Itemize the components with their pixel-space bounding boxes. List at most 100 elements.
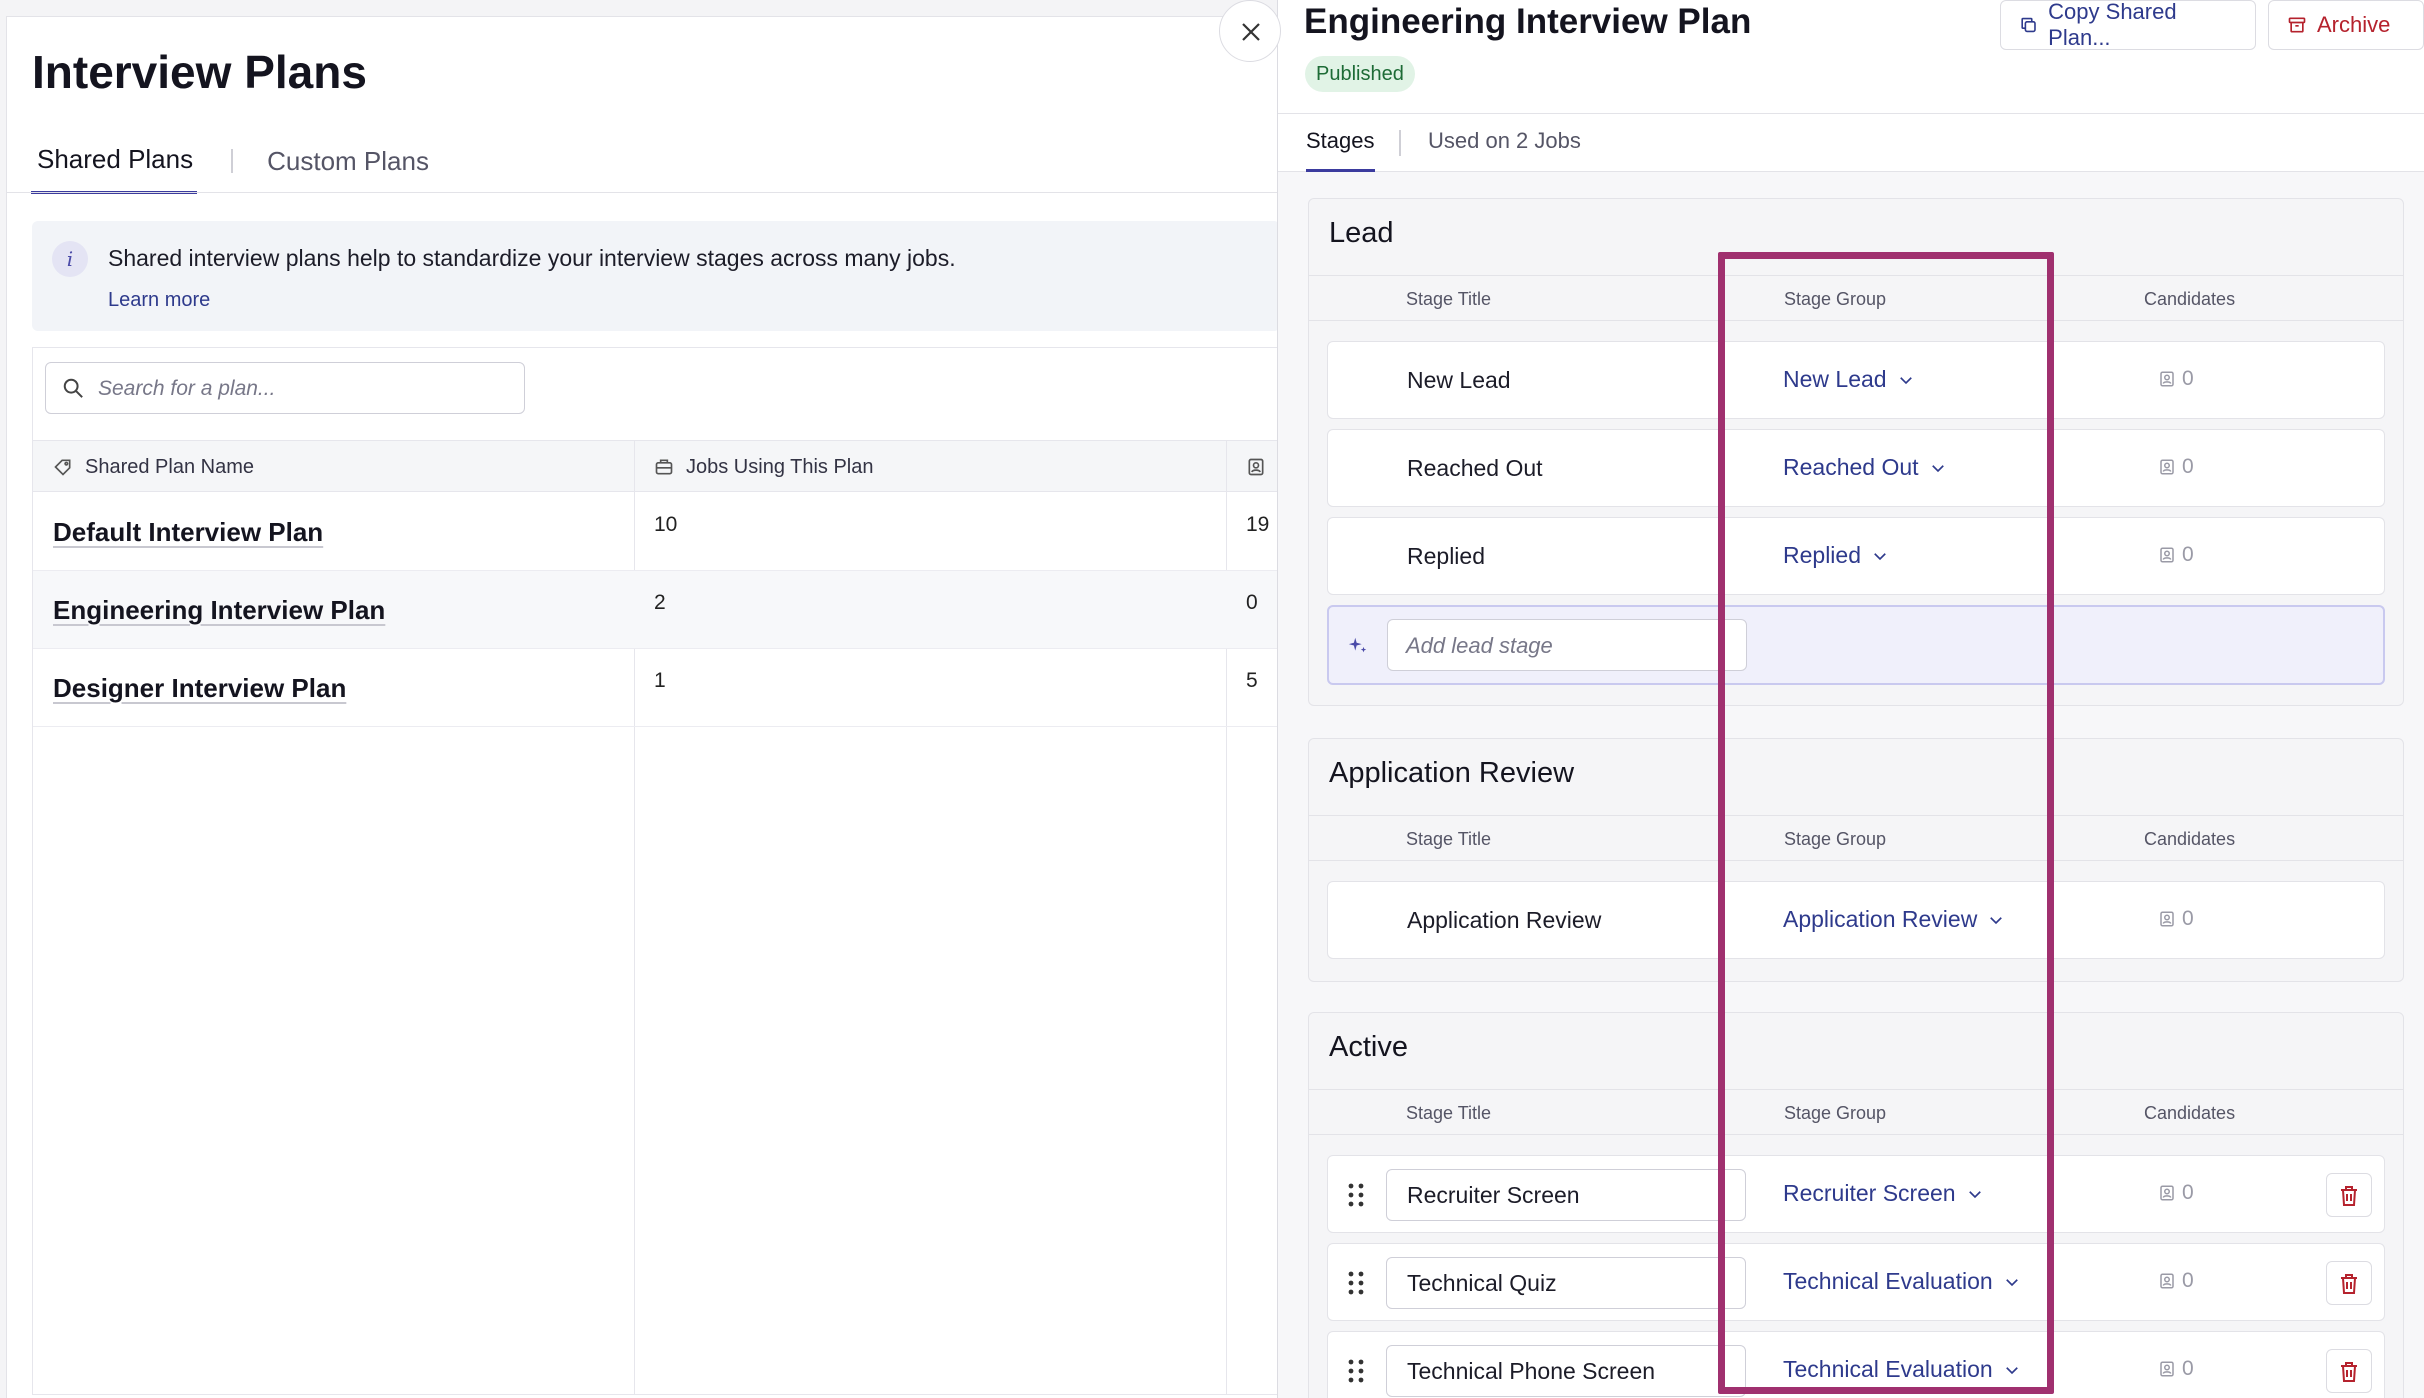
stage-title-value: Recruiter Screen	[1407, 1182, 1580, 1208]
add-lead-stage-placeholder: Add lead stage	[1406, 633, 1553, 658]
candidates-count: 0	[2158, 1357, 2194, 1381]
candidate-icon	[1248, 458, 1264, 476]
candidates-count: 0	[2158, 907, 2194, 931]
tab-custom-plans[interactable]: Custom Plans	[267, 146, 429, 193]
page-title: Interview Plans	[32, 46, 367, 98]
search-input[interactable]	[98, 373, 508, 405]
stage-group-dropdown[interactable]: Recruiter Screen	[1783, 1180, 1984, 1207]
info-banner: i Shared interview plans help to standar…	[32, 221, 1280, 331]
sparkle-icon	[1348, 637, 1367, 653]
candidates-value: 0	[2182, 907, 2194, 930]
close-icon	[1242, 23, 1260, 41]
copy-icon	[2021, 17, 2036, 33]
trash-icon	[2341, 1274, 2357, 1294]
stage-row: Reached Out Reached Out 0	[1327, 429, 2385, 507]
stage-row: Application Review Application Review 0	[1327, 881, 2385, 959]
interview-plans-page: Interview Plans Shared Plans Custom Plan…	[6, 16, 1292, 1398]
chevron-down-icon	[1874, 552, 1886, 560]
section-title: Active	[1329, 1031, 1408, 1063]
archive-button[interactable]: Archive	[2268, 0, 2424, 50]
stage-title-value: Technical Phone Screen	[1407, 1358, 1656, 1384]
stage-row: Technical Quiz Technical Evaluation 0	[1327, 1243, 2385, 1321]
section-column-headers: Stage Title Stage Group Candidates	[1309, 275, 2403, 321]
stage-group-value: Technical Evaluation	[1783, 1356, 1993, 1382]
table-header: Shared Plan Name Jobs Using This Plan C	[33, 440, 1292, 493]
tab-used-on-jobs[interactable]: Used on 2 Jobs	[1428, 128, 1581, 154]
plan-name-link[interactable]: Engineering Interview Plan	[53, 595, 385, 626]
candidate-icon	[2160, 1361, 2174, 1377]
tab-separator	[1399, 130, 1401, 156]
copy-shared-plan-button[interactable]: Copy Shared Plan...	[2000, 0, 2256, 50]
drag-handle-icon[interactable]	[1346, 1270, 1366, 1296]
plan-name-link[interactable]: Designer Interview Plan	[53, 673, 346, 704]
drag-handle-icon[interactable]	[1346, 1182, 1366, 1208]
briefcase-icon	[655, 459, 673, 475]
archive-icon	[2288, 17, 2306, 33]
jobs-count: 2	[654, 591, 666, 614]
plan-name-link[interactable]: Default Interview Plan	[53, 517, 323, 548]
candidates-count: 0	[2158, 1269, 2194, 1293]
drag-handle-icon[interactable]	[1346, 1358, 1366, 1384]
candidates-value: 0	[2182, 543, 2194, 566]
stage-group-dropdown[interactable]: Replied	[1783, 542, 1889, 569]
candidates-value: 0	[2182, 1357, 2194, 1380]
section-title: Application Review	[1329, 757, 1575, 789]
candidate-count: 5	[1246, 669, 1258, 692]
column-header-jobs[interactable]: Jobs Using This Plan	[654, 441, 874, 493]
candidates-count: 0	[2158, 543, 2194, 567]
chevron-down-icon	[1968, 1190, 1981, 1198]
stage-group-dropdown[interactable]: New Lead	[1783, 366, 1915, 393]
delete-stage-button[interactable]	[2326, 1349, 2372, 1393]
tab-shared-plans[interactable]: Shared Plans	[31, 144, 198, 194]
header-stage-title: Stage Title	[1406, 829, 1492, 849]
candidates-value: 0	[2182, 1269, 2194, 1292]
add-lead-stage-input[interactable]: Add lead stage	[1387, 619, 1747, 671]
header-stage-group: Stage Group	[1784, 1103, 1887, 1123]
trash-icon	[2341, 1186, 2357, 1206]
stage-title-input[interactable]: Recruiter Screen	[1386, 1169, 1746, 1221]
drawer-header: Engineering Interview Plan Published Cop…	[1278, 0, 2424, 114]
stage-group-dropdown[interactable]: Application Review	[1783, 906, 2005, 933]
column-header-name-label: Shared Plan Name	[85, 456, 254, 478]
chevron-down-icon	[1990, 916, 2003, 924]
drawer-title: Engineering Interview Plan	[1304, 2, 1752, 41]
close-drawer-button[interactable]	[1219, 0, 1281, 62]
stage-title-input[interactable]: Technical Phone Screen	[1386, 1345, 1746, 1397]
table-row[interactable]: Engineering Interview Plan 2 0	[33, 571, 1279, 649]
stage-title-input[interactable]: Technical Quiz	[1386, 1257, 1746, 1309]
search-field[interactable]	[45, 362, 525, 414]
chevron-down-icon	[2005, 1366, 2018, 1374]
delete-stage-button[interactable]	[2326, 1173, 2372, 1217]
stage-title: Application Review	[1407, 907, 1602, 933]
header-candidates: Candidates	[2144, 1103, 2236, 1123]
candidate-count: 0	[1246, 591, 1258, 614]
section-lead: Lead Stage Title Stage Group Candidates …	[1308, 198, 2404, 706]
stage-title: New Lead	[1407, 367, 1511, 393]
column-header-jobs-label: Jobs Using This Plan	[686, 456, 874, 478]
candidate-count: 19	[1246, 513, 1270, 536]
trash-icon	[2341, 1362, 2357, 1382]
stage-group-dropdown[interactable]: Technical Evaluation	[1783, 1356, 2021, 1383]
section-column-headers: Stage Title Stage Group Candidates	[1309, 1089, 2403, 1135]
stage-row: Replied Replied 0	[1327, 517, 2385, 595]
stage-group-value: Reached Out	[1783, 454, 1919, 480]
candidate-icon	[2160, 547, 2174, 563]
candidate-icon	[2160, 459, 2174, 475]
tab-separator	[231, 149, 234, 173]
stage-group-dropdown[interactable]: Reached Out	[1783, 454, 1947, 481]
table-row[interactable]: Designer Interview Plan 1 5	[33, 649, 1279, 727]
table-row[interactable]: Default Interview Plan 10 19	[33, 493, 1279, 571]
tab-stages[interactable]: Stages	[1306, 128, 1375, 172]
delete-stage-button[interactable]	[2326, 1261, 2372, 1305]
drawer-tabs: Stages Used on 2 Jobs	[1278, 114, 2424, 172]
chevron-down-icon	[1931, 464, 1944, 472]
candidates-value: 0	[2182, 455, 2194, 478]
candidate-icon	[2160, 371, 2174, 387]
stage-group-dropdown[interactable]: Technical Evaluation	[1783, 1268, 2021, 1295]
column-header-name[interactable]: Shared Plan Name	[53, 441, 254, 493]
chevron-down-icon	[1899, 376, 1912, 384]
stage-group-value: New Lead	[1783, 366, 1887, 392]
header-candidates: Candidates	[2144, 829, 2236, 849]
learn-more-link[interactable]: Learn more	[108, 289, 210, 312]
stage-group-value: Application Review	[1783, 906, 1978, 932]
